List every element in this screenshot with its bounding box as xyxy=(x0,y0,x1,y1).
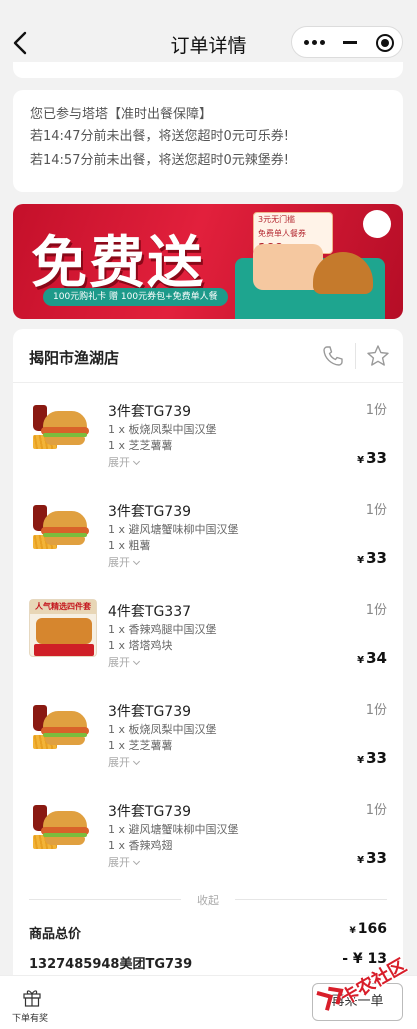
item-price: ¥33 xyxy=(357,449,387,467)
banner-coupon-line2: 免费单人餐券 xyxy=(258,229,306,238)
banner-headline: 免费送 xyxy=(31,231,205,296)
shop-name[interactable]: 揭阳市渔湖店 xyxy=(29,347,119,368)
item-component: 1 x 芝芝薯薯 xyxy=(108,439,173,452)
item-price: ¥33 xyxy=(357,549,387,567)
thumb-tag: 人气精选四件套 xyxy=(30,600,96,614)
item-price: ¥33 xyxy=(357,749,387,767)
item-quantity: 1份 xyxy=(365,503,387,518)
currency-symbol: ¥ xyxy=(357,755,365,766)
phone-icon[interactable] xyxy=(321,344,345,368)
chevron-down-icon xyxy=(132,757,141,766)
discount-label: 1327485948美团TG739 xyxy=(29,957,193,972)
total-value: ¥166 xyxy=(350,921,388,937)
meal-image xyxy=(29,499,97,557)
item-quantity: 1份 xyxy=(365,703,387,718)
item-component: 1 x 香辣鸡翅 xyxy=(108,839,173,852)
item-price-value: 33 xyxy=(366,449,387,467)
close-target-icon[interactable] xyxy=(376,34,394,52)
guarantee-title: 您已参与塔塔【准时出餐保障】 xyxy=(30,107,213,122)
order-item: 3件套TG739 1 x 避风塘蟹味柳中国汉堡 1 x 香辣鸡翅 展开 1份 ¥… xyxy=(13,787,403,887)
collapse-label: 收起 xyxy=(197,894,219,907)
currency-symbol: ¥ xyxy=(349,926,356,936)
item-component: 1 x 塔塔鸡块 xyxy=(108,639,173,652)
expand-label: 展开 xyxy=(108,756,130,769)
total-row: 商品总价 ¥166 xyxy=(29,921,388,943)
item-component: 1 x 板烧凤梨中国汉堡 xyxy=(108,423,217,436)
currency-symbol: ¥ xyxy=(357,555,365,566)
mini-program-capsule xyxy=(291,26,403,58)
banner-coupon-line1: 3元无门槛 xyxy=(258,215,296,224)
order-item: 3件套TG739 1 x 避风塘蟹味柳中国汉堡 1 x 粗薯 展开 1份 ¥33 xyxy=(13,487,403,587)
gift-icon[interactable] xyxy=(22,987,42,1007)
banner-offer-pill: 100元购礼卡 赠 100元券包+免费单人餐 xyxy=(43,288,228,306)
expand-label: 展开 xyxy=(108,456,130,469)
order-items-card: 揭阳市渔湖店 3件套TG739 1 x 板烧凤梨中国汉堡 1 x 芝芝薯薯 展开… xyxy=(13,329,403,1019)
header-divider xyxy=(355,343,356,369)
meal-image xyxy=(29,799,97,857)
item-component: 1 x 香辣鸡腿中国汉堡 xyxy=(108,623,217,636)
currency-symbol: ¥ xyxy=(357,655,365,666)
item-component: 1 x 避风塘蟹味柳中国汉堡 xyxy=(108,523,239,536)
item-price: ¥33 xyxy=(357,849,387,867)
guarantee-burger-line: 若14:57分前未出餐，将送您超时0元辣堡券! xyxy=(30,153,289,168)
discount-value: - ¥ 13 xyxy=(342,951,387,967)
currency-symbol: ¥ xyxy=(357,455,365,466)
nav-bar: 订单详情 xyxy=(0,0,417,62)
item-component: 1 x 芝芝薯薯 xyxy=(108,739,173,752)
item-quantity: 1份 xyxy=(365,603,387,618)
item-name: 3件套TG739 xyxy=(108,804,192,820)
item-component: 1 x 避风塘蟹味柳中国汉堡 xyxy=(108,823,239,836)
item-price-value: 33 xyxy=(366,749,387,767)
item-price: ¥34 xyxy=(357,649,387,667)
order-item: 3件套TG739 1 x 板烧凤梨中国汉堡 1 x 芝芝薯薯 展开 1份 ¥33 xyxy=(13,387,403,487)
item-component: 1 x 板烧凤梨中国汉堡 xyxy=(108,723,217,736)
currency-symbol: ¥ xyxy=(357,855,365,866)
meal-image xyxy=(29,699,97,757)
item-name: 4件套TG337 xyxy=(108,604,192,620)
gift-label[interactable]: 下单有奖 xyxy=(12,1011,48,1024)
on-time-guarantee-card: 您已参与塔塔【准时出餐保障】 若14:47分前未出餐，将送您超时0元可乐券! 若… xyxy=(13,90,403,192)
total-amount: 166 xyxy=(357,921,387,937)
item-name: 3件套TG739 xyxy=(108,504,192,520)
order-item: 人气精选四件套 4件套TG337 1 x 香辣鸡腿中国汉堡 1 x 塔塔鸡块 展… xyxy=(13,587,403,687)
shop-header: 揭阳市渔湖店 xyxy=(13,329,403,383)
expand-toggle[interactable]: 展开 xyxy=(108,854,141,870)
previous-card-edge xyxy=(13,62,403,78)
chevron-down-icon xyxy=(132,457,141,466)
order-item: 3件套TG739 1 x 板烧凤梨中国汉堡 1 x 芝芝薯薯 展开 1份 ¥33 xyxy=(13,687,403,787)
expand-label: 展开 xyxy=(108,856,130,869)
guarantee-cola-line: 若14:47分前未出餐，将送您超时0元可乐券! xyxy=(30,129,289,144)
item-quantity: 1份 xyxy=(365,803,387,818)
chevron-down-icon xyxy=(132,857,141,866)
more-icon[interactable] xyxy=(304,36,326,48)
meal-image xyxy=(29,399,97,457)
chevron-down-icon xyxy=(132,557,141,566)
promo-banner[interactable]: 免费送 100元购礼卡 赠 100元券包+免费单人餐 3元无门槛 免费单人餐券 … xyxy=(13,204,403,319)
expand-toggle[interactable]: 展开 xyxy=(108,454,141,470)
collapse-toggle[interactable]: 收起 xyxy=(13,891,403,907)
expand-label: 展开 xyxy=(108,656,130,669)
expand-toggle[interactable]: 展开 xyxy=(108,654,141,670)
reorder-button[interactable]: 再来一单 xyxy=(312,983,403,1021)
item-price-value: 33 xyxy=(366,849,387,867)
total-label: 商品总价 xyxy=(29,927,82,942)
bottom-action-bar: 下单有奖 再来一单 xyxy=(0,975,417,1029)
item-component: 1 x 粗薯 xyxy=(108,539,151,552)
item-price-value: 34 xyxy=(366,649,387,667)
chevron-down-icon xyxy=(132,657,141,666)
meal-image: 人气精选四件套 xyxy=(29,599,97,657)
item-price-value: 33 xyxy=(366,549,387,567)
item-name: 3件套TG739 xyxy=(108,404,192,420)
item-name: 3件套TG739 xyxy=(108,704,192,720)
expand-label: 展开 xyxy=(108,556,130,569)
expand-toggle[interactable]: 展开 xyxy=(108,754,141,770)
discount-row: 1327485948美团TG739 - ¥ 13 xyxy=(29,951,387,973)
banner-logo-seal xyxy=(363,210,391,238)
item-quantity: 1份 xyxy=(365,403,387,418)
star-icon[interactable] xyxy=(365,343,391,369)
expand-toggle[interactable]: 展开 xyxy=(108,554,141,570)
minimize-icon[interactable] xyxy=(343,41,357,44)
